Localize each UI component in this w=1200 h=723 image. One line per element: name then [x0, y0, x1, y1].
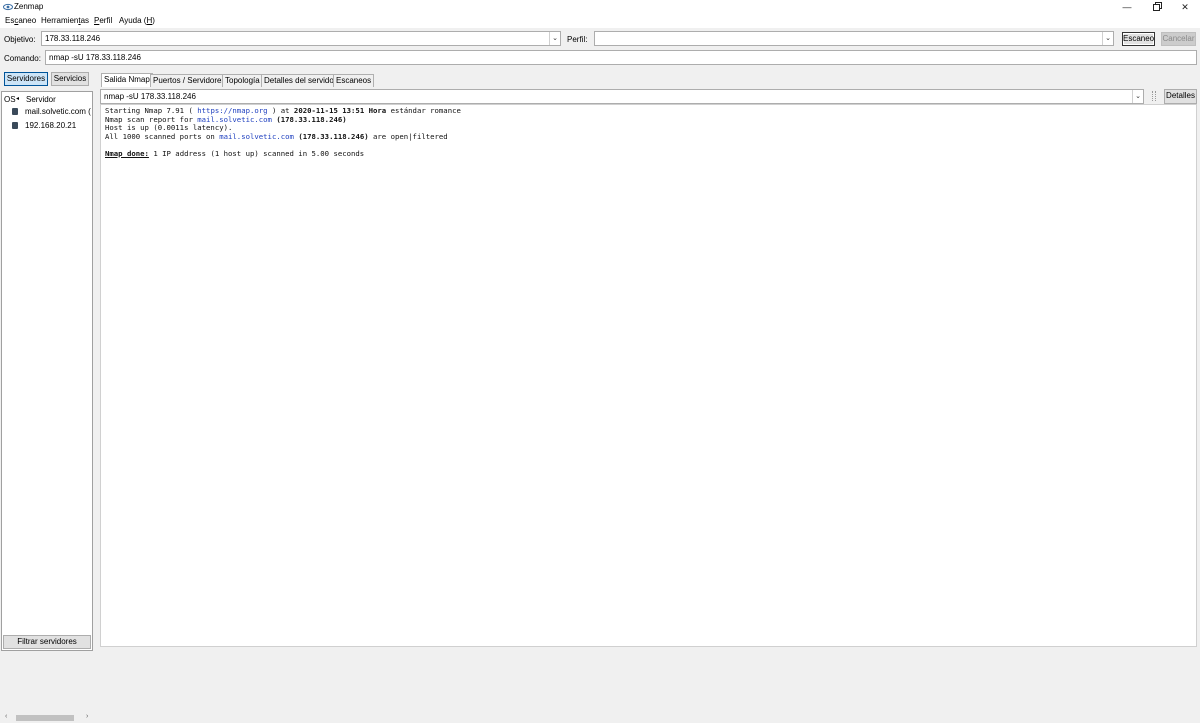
window-title: Zenmap — [14, 2, 44, 11]
host-os-icon — [12, 108, 18, 115]
profile-label: Perfil: — [567, 35, 588, 44]
filter-hosts-button[interactable]: Filtrar servidores — [3, 635, 91, 649]
minimize-button[interactable]: — — [1112, 0, 1142, 14]
tab-topology[interactable]: Topología — [222, 74, 263, 87]
host-row[interactable]: 192.168.20.21 — [12, 121, 92, 133]
zenmap-eye-icon — [3, 3, 13, 11]
services-toggle-button[interactable]: Servicios — [51, 72, 89, 86]
command-label: Comando: — [4, 54, 41, 63]
menu-bar: Escaneo Herramientas Perfil Ayuda (H) — [0, 14, 1200, 28]
menu-perfil[interactable]: Perfil — [94, 16, 112, 25]
profile-combobox[interactable]: ⌄ — [594, 31, 1114, 46]
cancel-button[interactable]: Cancelar — [1161, 32, 1196, 46]
host-os-icon — [12, 122, 18, 129]
scroll-right-icon[interactable]: › — [86, 713, 88, 720]
minimize-icon: — — [1122, 2, 1132, 12]
output-link[interactable]: mail.solvetic.com — [219, 132, 294, 141]
tab-ports-hosts[interactable]: Puertos / Servidores — [150, 74, 229, 87]
close-icon: ✕ — [1181, 2, 1189, 12]
scrollbar-thumb[interactable] — [16, 715, 74, 721]
tab-nmap-output[interactable]: Salida Nmap — [101, 73, 153, 87]
target-label: Objetivo: — [4, 35, 36, 44]
hosts-toggle-button[interactable]: Servidores — [4, 72, 48, 86]
host-row[interactable]: mail.solvetic.com ( — [12, 107, 92, 119]
column-header-host[interactable]: Servidor — [26, 95, 56, 104]
host-name: 192.168.20.21 — [25, 121, 77, 130]
tab-scans[interactable]: Escaneos — [333, 74, 375, 87]
output-selected-scan: nmap -sU 178.33.118.246 — [104, 92, 196, 101]
restore-button[interactable] — [1142, 0, 1172, 14]
sort-arrow-icon: ◂ — [16, 96, 20, 102]
chevron-down-icon[interactable]: ⌄ — [1102, 32, 1113, 45]
tab-host-details[interactable]: Detalles del servidor — [261, 74, 340, 87]
details-button[interactable]: Detalles — [1164, 89, 1197, 104]
chevron-down-icon[interactable]: ⌄ — [549, 32, 560, 45]
chevron-down-icon[interactable]: ⌄ — [1132, 90, 1143, 103]
menu-herramientas[interactable]: Herramientas — [41, 16, 89, 25]
title-bar: Zenmap — ✕ — [0, 0, 1200, 14]
menu-ayuda[interactable]: Ayuda (H) — [119, 16, 155, 25]
column-header-os[interactable]: OS — [4, 95, 16, 104]
horizontal-scrollbar[interactable]: ‹ › — [4, 713, 93, 723]
grip-icon — [1152, 91, 1156, 101]
output-scan-selector[interactable]: nmap -sU 178.33.118.246 ⌄ — [100, 89, 1144, 104]
target-value: 178.33.118.246 — [45, 34, 101, 43]
command-input[interactable]: nmap -sU 178.33.118.246 — [45, 50, 1197, 65]
restore-icon — [1152, 2, 1162, 11]
menu-escaneo[interactable]: Escaneo — [5, 16, 36, 25]
scan-button[interactable]: Escaneo — [1122, 32, 1155, 46]
nmap-output-text[interactable]: Starting Nmap 7.91 ( https://nmap.org ) … — [100, 104, 1197, 647]
hosts-panel: OS ◂ Servidor mail.solvetic.com ( 192.16… — [1, 91, 93, 723]
host-name: mail.solvetic.com ( — [25, 107, 91, 116]
command-value: nmap -sU 178.33.118.246 — [49, 53, 141, 62]
output-pre: Starting Nmap 7.91 ( https://nmap.org ) … — [105, 106, 461, 158]
close-button[interactable]: ✕ — [1170, 0, 1200, 14]
scroll-left-icon[interactable]: ‹ — [5, 713, 7, 720]
target-combobox[interactable]: 178.33.118.246 ⌄ — [41, 31, 561, 46]
